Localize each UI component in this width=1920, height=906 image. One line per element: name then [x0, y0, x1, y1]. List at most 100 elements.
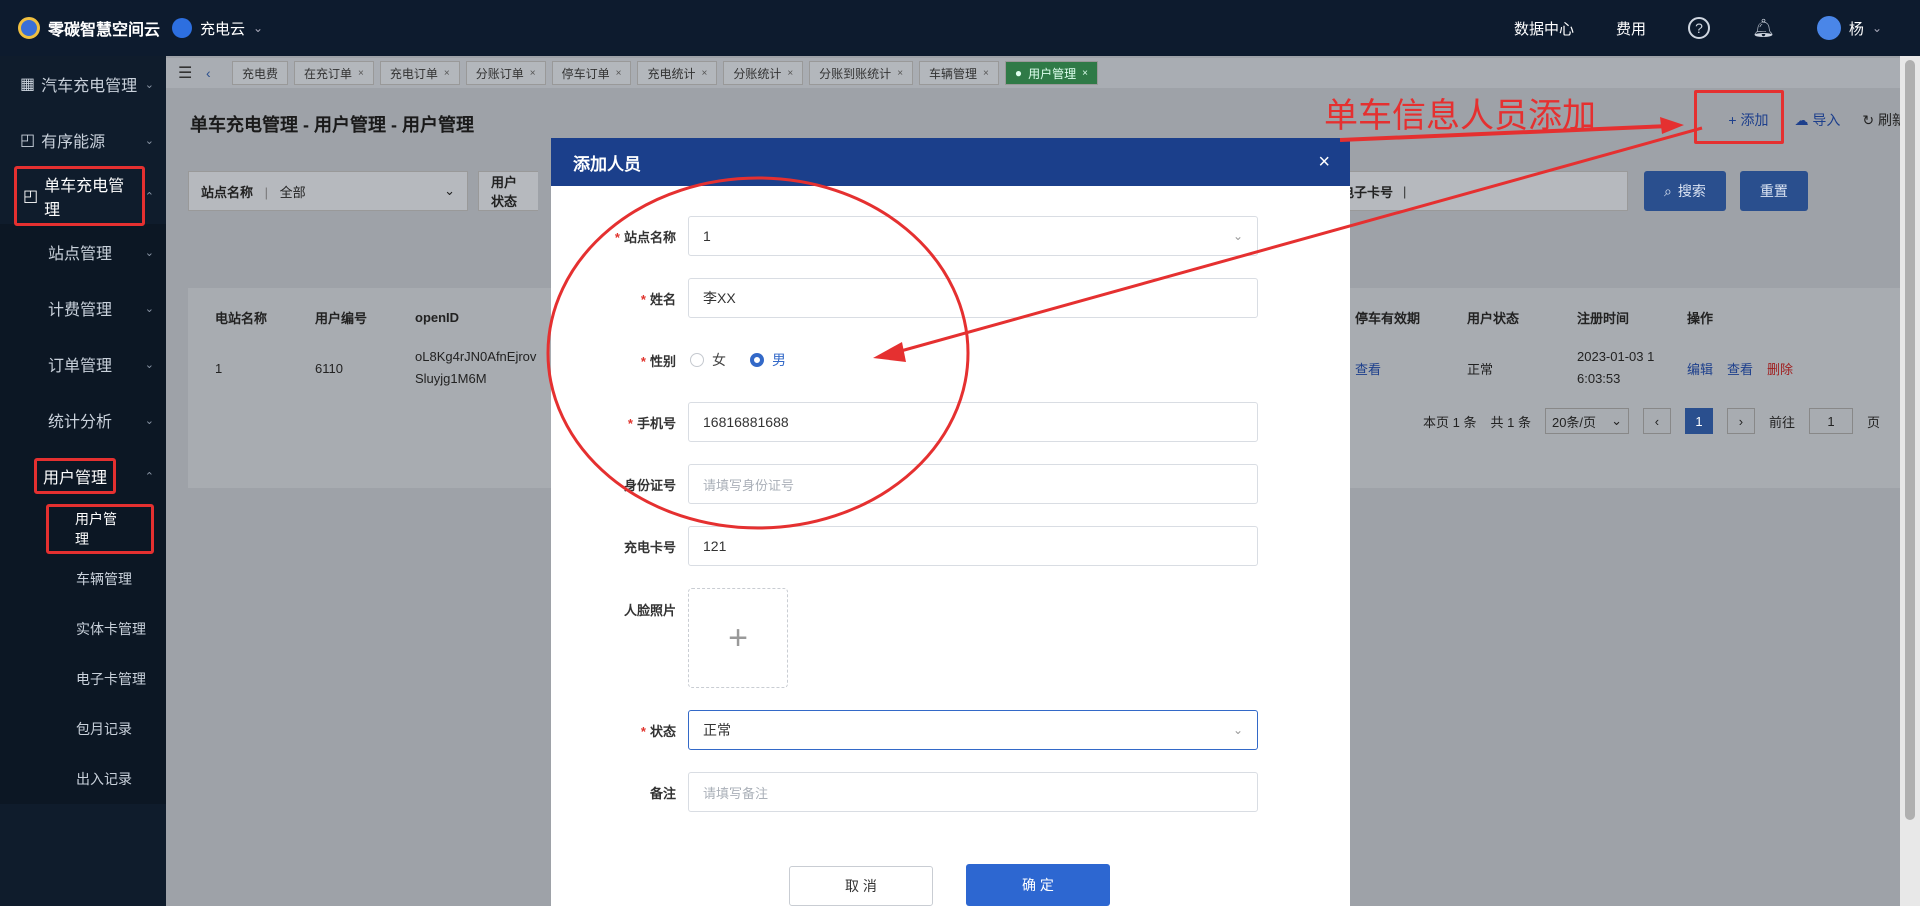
- sidebar-item-stats[interactable]: 统计分析 ⌄: [0, 392, 166, 448]
- close-icon[interactable]: ×: [701, 68, 707, 79]
- row-id: 身份证号 请填写身份证号: [551, 464, 1350, 504]
- chevron-down-icon: ⌄: [1232, 229, 1243, 243]
- menu-icon[interactable]: ☰: [178, 63, 200, 83]
- card-input[interactable]: 121: [688, 526, 1258, 566]
- goto-input[interactable]: 1: [1808, 408, 1853, 434]
- reset-button[interactable]: 重置: [1739, 171, 1808, 211]
- chevron-down-icon: ⌄: [144, 414, 154, 427]
- page-number[interactable]: 1: [1684, 408, 1713, 434]
- close-icon[interactable]: ×: [1318, 151, 1330, 174]
- brand[interactable]: 零碳智慧空间云: [0, 0, 166, 56]
- sidebar-item-bike-charging[interactable]: ◰ 单车充电管理 ⌃: [0, 166, 166, 226]
- close-icon[interactable]: ×: [897, 68, 903, 79]
- sidebar-item-label: 单车充电管理: [44, 178, 125, 219]
- remark-input[interactable]: 请填写备注: [688, 772, 1258, 812]
- tab-9[interactable]: ● 用户管理 ×: [1004, 61, 1098, 85]
- close-icon[interactable]: ×: [1082, 68, 1088, 79]
- annotation-box-add: [1694, 90, 1784, 144]
- close-icon[interactable]: ×: [358, 68, 364, 79]
- tab-3[interactable]: 分账订单 ×: [465, 61, 546, 85]
- station-select[interactable]: 站点名称 | 全部 ⌄: [188, 171, 468, 211]
- user-status-select[interactable]: 用户状态: [478, 171, 538, 211]
- user-status-filter-label: 用户状态: [491, 175, 518, 209]
- id-input[interactable]: 请填写身份证号: [688, 464, 1258, 504]
- tabs-bar: ☰ ‹ 充电费 在充订单 × 充电订单 × 分账订单 × 停车订单 × 充电统计 × 分账…: [166, 58, 1900, 88]
- prev-page-button[interactable]: ‹: [1642, 408, 1671, 434]
- bell-icon[interactable]: 🔔︎: [1752, 18, 1775, 39]
- sidebar-item-monthly[interactable]: 包月记录: [0, 704, 166, 754]
- help-icon[interactable]: ?: [1688, 17, 1711, 39]
- page-size-select[interactable]: 20条/页 ⌄: [1544, 408, 1629, 434]
- sidebar-item-label: 电子卡管理: [76, 671, 146, 687]
- chevron-down-icon: ⌄: [1232, 723, 1243, 737]
- user-menu[interactable]: 杨 ⌄: [1816, 16, 1882, 40]
- page-scrollbar[interactable]: [1900, 56, 1920, 906]
- close-icon[interactable]: ×: [787, 68, 793, 79]
- status-select[interactable]: 正常 ⌄: [688, 710, 1258, 750]
- page-info: 本页 1 条: [1423, 414, 1477, 430]
- scrollbar-thumb[interactable]: [1905, 60, 1915, 820]
- tab-5[interactable]: 充电统计 ×: [637, 61, 718, 85]
- tab-1[interactable]: 在充订单 ×: [294, 61, 374, 85]
- face-upload[interactable]: +: [688, 588, 788, 688]
- tab-7[interactable]: 分账到账统计 ×: [809, 61, 914, 85]
- tab-8[interactable]: 车辆管理 ×: [919, 61, 999, 85]
- parking-view-link[interactable]: 查看: [1345, 359, 1457, 378]
- view-link[interactable]: 查看: [1727, 359, 1753, 378]
- tab-6[interactable]: 分账统计 ×: [723, 61, 804, 85]
- tab-label: 停车订单: [561, 66, 610, 81]
- sidebar-item-vehicles[interactable]: 车辆管理: [0, 554, 166, 604]
- close-icon[interactable]: ×: [616, 68, 622, 79]
- remark-placeholder: 请填写备注: [703, 785, 769, 801]
- import-button[interactable]: ☁ 导入: [1794, 110, 1840, 130]
- name-value: 李XX: [703, 290, 736, 306]
- app-switcher[interactable]: 充电云 ⌄: [172, 18, 263, 39]
- name-input[interactable]: 李XX: [688, 278, 1258, 318]
- close-icon[interactable]: ×: [444, 68, 450, 79]
- sidebar-item-e-cards[interactable]: 电子卡管理: [0, 654, 166, 704]
- chevron-down-icon: ⌄: [144, 134, 154, 147]
- gender-female-radio[interactable]: 女: [690, 350, 726, 370]
- openid-line-1: oL8Kg4rJN0AfnEjrov: [415, 349, 537, 364]
- delete-link[interactable]: 删除: [1767, 359, 1793, 378]
- sidebar-item-access-log[interactable]: 出入记录: [0, 754, 166, 804]
- submenu: 站点管理 ⌄ 计费管理 ⌄ 订单管理 ⌄ 统计分析 ⌄ 用户管理 ⌃ 用户管理 车辆管理 …: [0, 224, 166, 804]
- sidebar-item-stations[interactable]: 站点管理 ⌄: [0, 224, 166, 280]
- edit-link[interactable]: 编辑: [1687, 359, 1713, 378]
- close-icon[interactable]: ×: [530, 68, 536, 79]
- row-name: * 姓名 李XX: [551, 278, 1350, 318]
- avatar: [1816, 16, 1841, 40]
- gender-male-radio[interactable]: 男: [750, 350, 786, 370]
- card-label: 充电卡号: [623, 539, 676, 555]
- ecard-input[interactable]: 电子卡号 |: [1328, 171, 1628, 211]
- tab-0[interactable]: 充电费: [232, 61, 289, 85]
- sidebar-item-orders[interactable]: 订单管理 ⌄: [0, 336, 166, 392]
- cancel-button[interactable]: 取 消: [789, 866, 933, 906]
- sidebar-item-user-mgmt[interactable]: 用户管理: [0, 504, 166, 554]
- nav-fees[interactable]: 费用: [1616, 18, 1646, 39]
- close-icon[interactable]: ×: [983, 68, 989, 79]
- station-label: 站点名称: [623, 229, 676, 245]
- station-select[interactable]: 1 ⌄: [688, 216, 1258, 256]
- confirm-button[interactable]: 确 定: [966, 864, 1110, 906]
- sidebar-item-users[interactable]: 用户管理 ⌃: [0, 448, 166, 504]
- col-station: 电站名称: [215, 310, 268, 326]
- next-page-button[interactable]: ›: [1726, 408, 1755, 434]
- search-button[interactable]: ⌕ 搜索: [1644, 171, 1726, 211]
- chevron-left-icon[interactable]: ‹: [206, 65, 226, 81]
- gender-female-label: 女: [712, 352, 726, 368]
- tab-4[interactable]: 停车订单 ×: [551, 61, 632, 85]
- sidebar-item-car-charging[interactable]: ▦ 汽车充电管理 ⌄: [0, 56, 166, 112]
- import-label: 导入: [1812, 112, 1841, 128]
- row-phone: * 手机号 16816881688: [551, 402, 1350, 442]
- sidebar-item-physical-cards[interactable]: 实体卡管理: [0, 604, 166, 654]
- tab-2[interactable]: 充电订单 ×: [379, 61, 460, 85]
- nav-data-center[interactable]: 数据中心: [1514, 18, 1574, 39]
- col-status: 用户状态: [1467, 310, 1520, 326]
- sidebar-item-billing[interactable]: 计费管理 ⌄: [0, 280, 166, 336]
- chevron-down-icon: ⌄: [1871, 21, 1882, 35]
- chevron-down-icon: ⌄: [144, 302, 154, 315]
- phone-input[interactable]: 16816881688: [688, 402, 1258, 442]
- sidebar-item-ordered-energy[interactable]: ◰ 有序能源 ⌄: [0, 112, 166, 168]
- user-name: 杨: [1848, 20, 1864, 38]
